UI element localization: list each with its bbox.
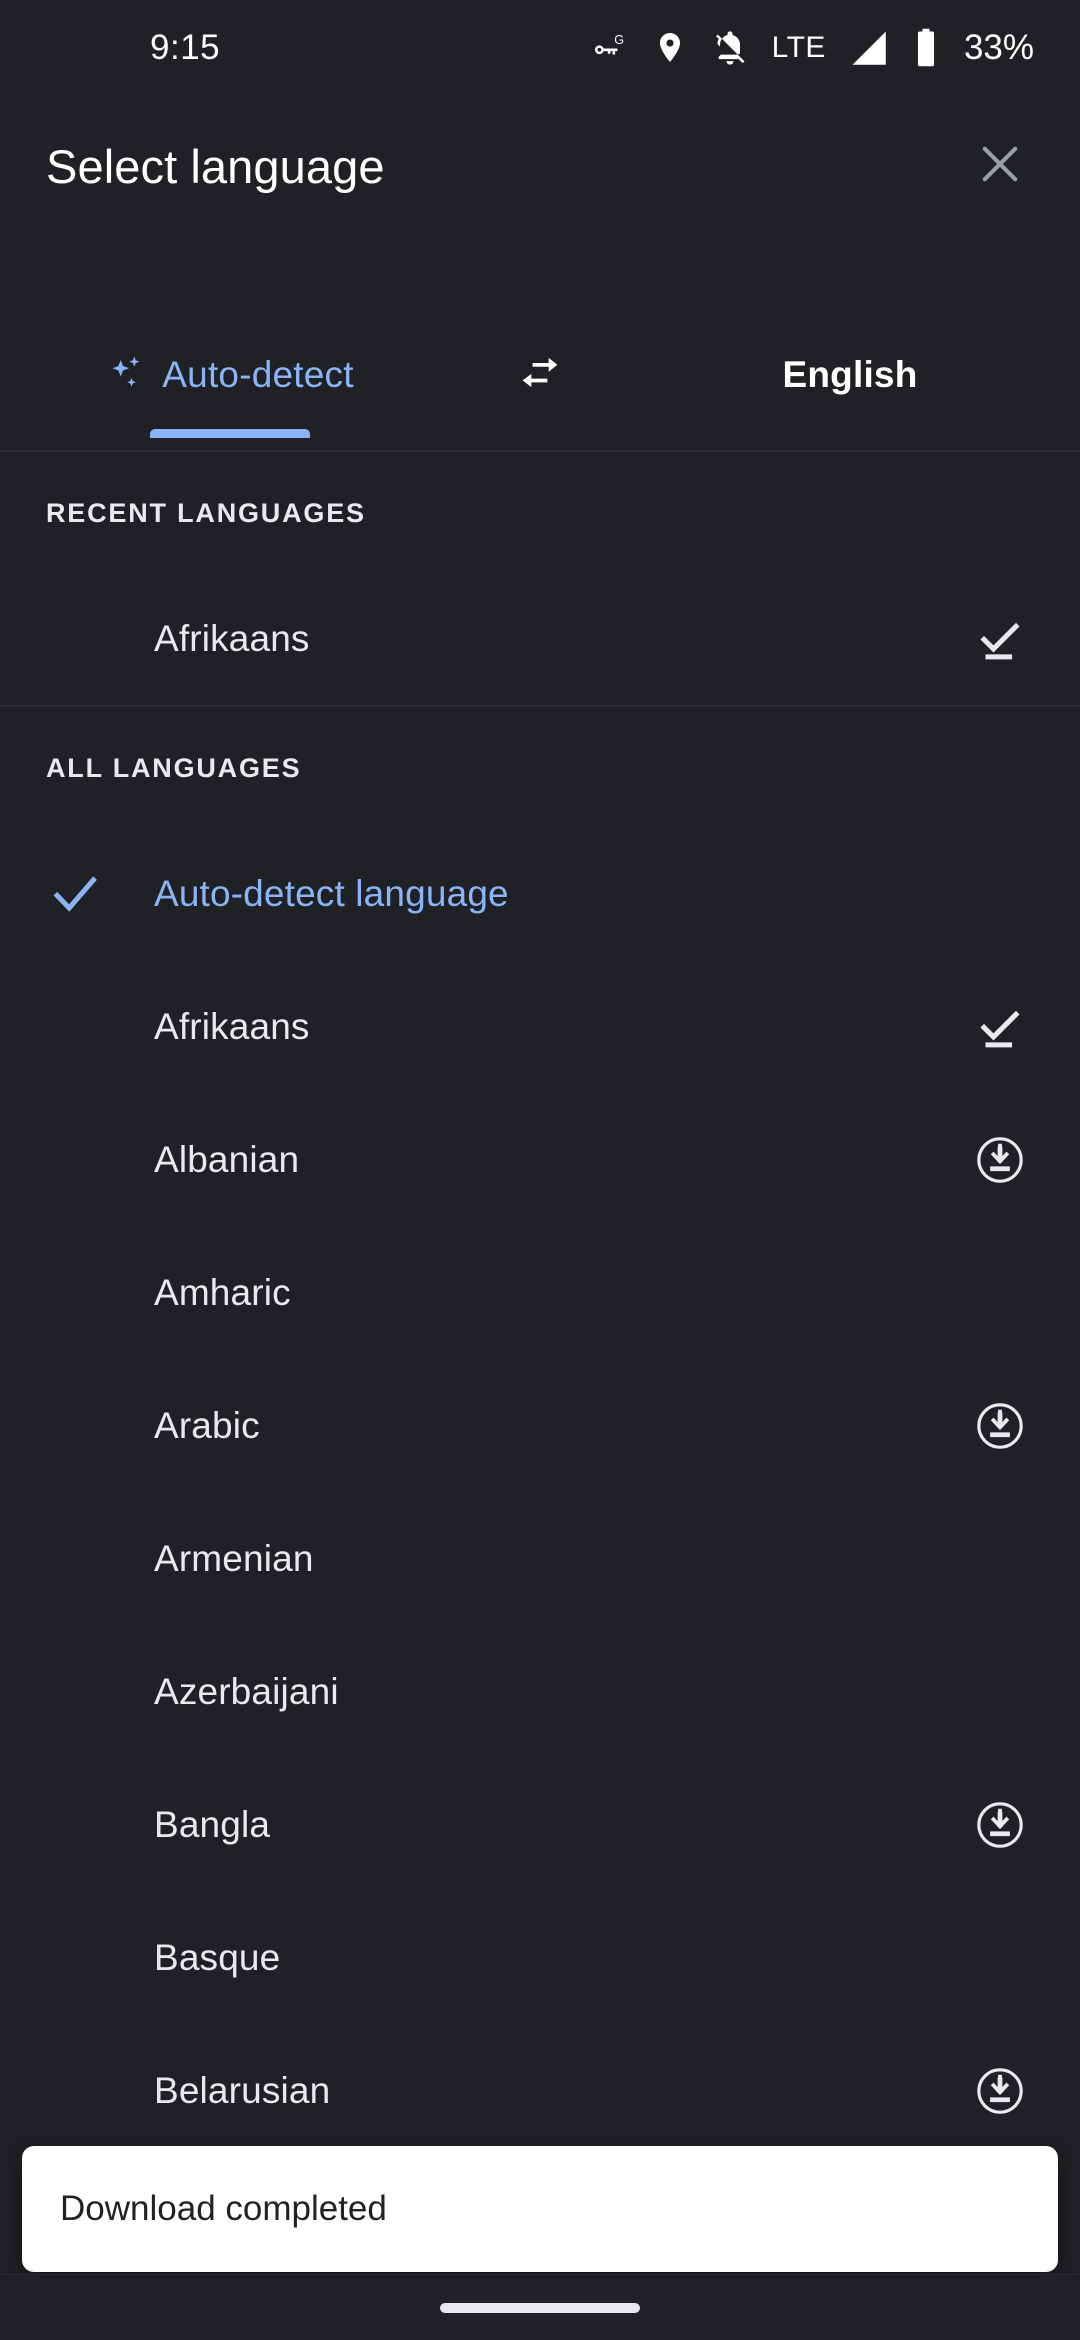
snackbar[interactable]: Download completed bbox=[22, 2146, 1058, 2272]
notifications-off-icon bbox=[710, 27, 750, 69]
tab-source-language[interactable]: Auto-detect bbox=[0, 330, 460, 438]
language-row-left: Armenian bbox=[46, 1538, 314, 1580]
system-navigation-bar bbox=[0, 2274, 1080, 2340]
home-indicator[interactable] bbox=[440, 2302, 640, 2313]
battery-percent-label: 33% bbox=[963, 28, 1034, 67]
language-row-label: Afrikaans bbox=[154, 617, 310, 659]
language-row-label: Basque bbox=[154, 1936, 281, 1978]
language-row-label: Arabic bbox=[154, 1404, 260, 1446]
language-row[interactable]: Amharic bbox=[0, 1226, 1080, 1359]
row-action-empty bbox=[960, 854, 1040, 934]
download-done-icon bbox=[960, 599, 1040, 679]
tab-target-label: English bbox=[782, 354, 918, 395]
vpn-key-icon: G bbox=[588, 27, 630, 69]
language-row[interactable]: Afrikaans bbox=[0, 960, 1080, 1093]
language-row[interactable]: Basque bbox=[0, 1891, 1080, 2024]
auto-awesome-sparkle-icon bbox=[106, 352, 148, 399]
page-title: Select language bbox=[46, 139, 385, 193]
language-list: RECENT LANGUAGES Afrikaans ALL LANGUAGES Au… bbox=[0, 452, 1080, 2157]
section-header: ALL LANGUAGES bbox=[46, 753, 302, 783]
close-button[interactable] bbox=[960, 126, 1040, 206]
location-pin-icon bbox=[652, 27, 688, 69]
status-time: 9:15 bbox=[150, 28, 221, 67]
swap-horizontal-icon bbox=[514, 347, 566, 404]
svg-text:G: G bbox=[614, 33, 624, 47]
language-row[interactable]: Belarusian bbox=[0, 2024, 1080, 2157]
language-row-label: Azerbaijani bbox=[154, 1670, 339, 1712]
snackbar-message: Download completed bbox=[60, 2189, 387, 2228]
language-row-left: Albanian bbox=[46, 1139, 299, 1181]
close-icon bbox=[974, 138, 1026, 195]
language-row-left: Arabic bbox=[46, 1405, 260, 1447]
language-row-label: Armenian bbox=[154, 1537, 314, 1579]
language-row-label: Auto-detect language bbox=[154, 872, 509, 914]
language-row[interactable]: Armenian bbox=[0, 1492, 1080, 1625]
language-tab-row: Auto-detect English bbox=[0, 330, 1080, 450]
tab-active-indicator bbox=[150, 429, 310, 438]
language-row-left: Azerbaijani bbox=[46, 1671, 339, 1713]
swap-languages-button[interactable] bbox=[460, 330, 620, 420]
section-header: RECENT LANGUAGES bbox=[46, 498, 366, 528]
language-row-left: Basque bbox=[46, 1937, 280, 1979]
download-done-icon bbox=[960, 987, 1040, 1067]
download-circle-icon[interactable] bbox=[960, 1785, 1040, 1865]
row-action-empty bbox=[960, 1519, 1040, 1599]
language-row-label: Belarusian bbox=[154, 2069, 331, 2111]
language-row-left: Belarusian bbox=[46, 2070, 330, 2112]
row-action-empty bbox=[960, 1918, 1040, 1998]
language-row[interactable]: Albanian bbox=[0, 1093, 1080, 1226]
selected-check-icon bbox=[46, 865, 154, 923]
tab-source-label: Auto-detect bbox=[162, 354, 354, 395]
battery-icon bbox=[912, 27, 940, 69]
language-row-label: Amharic bbox=[154, 1271, 291, 1313]
language-row-left: Amharic bbox=[46, 1272, 291, 1314]
language-row-left: Auto-detect language bbox=[46, 865, 509, 923]
network-type-label: LTE bbox=[771, 31, 826, 64]
download-circle-icon[interactable] bbox=[960, 2051, 1040, 2131]
app-bar: Select language bbox=[0, 96, 1080, 236]
language-row-label: Afrikaans bbox=[154, 1005, 310, 1047]
signal-icon bbox=[848, 27, 890, 69]
language-row-label: Bangla bbox=[154, 1803, 271, 1845]
language-row[interactable]: Auto-detect language bbox=[0, 827, 1080, 960]
download-circle-icon[interactable] bbox=[960, 1386, 1040, 1466]
language-row-left: Bangla bbox=[46, 1804, 270, 1846]
download-circle-icon[interactable] bbox=[960, 1120, 1040, 1200]
row-action-empty bbox=[960, 1253, 1040, 1333]
status-icons: G LTE 33% bbox=[588, 27, 1034, 69]
language-row-label: Albanian bbox=[154, 1138, 300, 1180]
language-row[interactable]: Azerbaijani bbox=[0, 1625, 1080, 1758]
language-row[interactable]: Afrikaans bbox=[0, 572, 1080, 705]
language-row[interactable]: Arabic bbox=[0, 1359, 1080, 1492]
language-row-left: Afrikaans bbox=[46, 1006, 310, 1048]
status-bar: 9:15 G LTE 33% bbox=[0, 0, 1080, 96]
row-action-empty bbox=[960, 1652, 1040, 1732]
language-row[interactable]: Bangla bbox=[0, 1758, 1080, 1891]
language-row-left: Afrikaans bbox=[46, 618, 310, 660]
screen-root: 9:15 G LTE 33% Select language Auto-dete… bbox=[0, 0, 1080, 2340]
tab-target-language[interactable]: English bbox=[620, 330, 1080, 420]
